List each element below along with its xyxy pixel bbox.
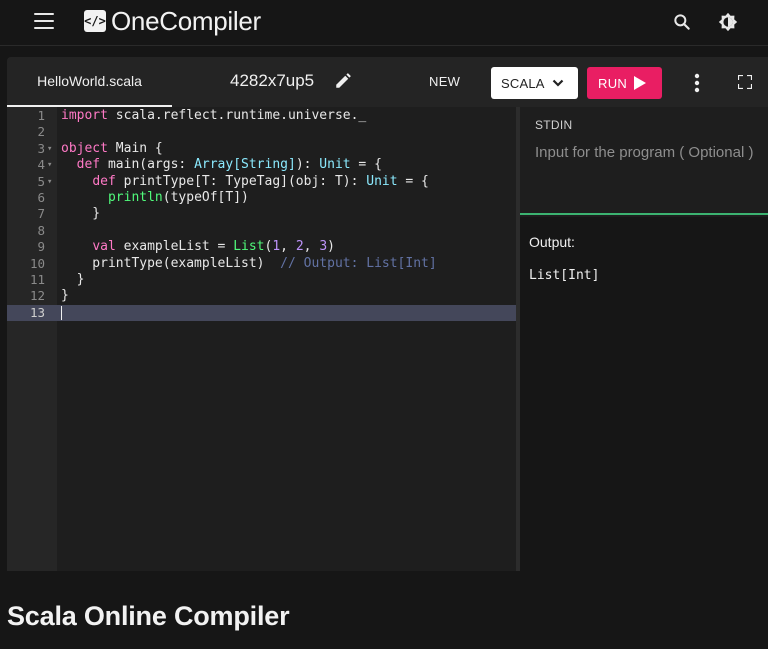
line-number: 4 <box>37 157 45 173</box>
code-line[interactable]: 11 } <box>7 272 516 288</box>
language-select-value: SCALA <box>501 75 545 91</box>
line-number: 12 <box>29 288 45 304</box>
editor-toolbar: HelloWorld.scala 4282x7up5 NEW SCALA RUN <box>7 57 768 107</box>
code-line[interactable]: 12} <box>7 288 516 304</box>
code-text: import scala.reflect.runtime.universe._ <box>61 108 367 123</box>
pencil-icon[interactable] <box>334 72 352 90</box>
line-number: 9 <box>37 239 45 255</box>
line-number: 10 <box>29 255 45 271</box>
code-text: object Main { <box>61 140 163 156</box>
line-number: 5 <box>37 173 45 189</box>
file-tab[interactable]: HelloWorld.scala <box>7 57 172 107</box>
line-number: 11 <box>29 272 45 287</box>
logo-mark: </> <box>84 10 106 32</box>
code-text: printType(exampleList) // Output: List[I… <box>61 255 437 271</box>
code-line[interactable]: 8 <box>7 223 516 239</box>
output-label: Output: <box>529 234 575 250</box>
code-line[interactable]: 13 <box>7 304 516 322</box>
code-line[interactable]: 7 } <box>7 206 516 222</box>
top-app-bar: </> OneCompiler <box>0 0 768 46</box>
run-button[interactable]: RUN <box>587 67 662 99</box>
chevron-down-icon <box>552 79 564 87</box>
code-text: println(typeOf[T]) <box>107 190 249 205</box>
code-line[interactable]: 6 println(typeOf[T]) <box>7 190 516 206</box>
language-select[interactable]: SCALA <box>491 67 578 99</box>
code-text: } <box>61 272 85 287</box>
search-icon[interactable] <box>672 12 692 32</box>
code-line[interactable]: 4 ▾ def main(args: Array[String]): Unit =… <box>7 157 516 173</box>
code-text: } <box>61 206 101 222</box>
code-line[interactable]: 2 <box>7 124 516 140</box>
code-line[interactable]: 3 ▾ object Main { <box>7 141 516 157</box>
fold-arrow-icon[interactable]: ▾ <box>47 141 52 157</box>
page-title: Scala Online Compiler <box>7 601 290 631</box>
code-editor[interactable]: 1 import scala.reflect.runtime.universe._… <box>7 107 516 571</box>
code-text: val exampleList = List(1, 2, 3) <box>92 239 335 255</box>
menu-icon[interactable] <box>34 13 54 29</box>
play-icon <box>634 76 646 90</box>
output-text: List[Int] <box>529 268 600 283</box>
logo[interactable]: </> OneCompiler <box>84 6 261 36</box>
code-line[interactable]: 1 import scala.reflect.runtime.universe._ <box>7 108 516 124</box>
line-number: 13 <box>29 304 45 320</box>
stdin-panel: STDIN Input for the program ( Optional ) <box>520 107 768 215</box>
code-text: } <box>61 288 69 304</box>
theme-toggle-icon[interactable] <box>717 11 739 33</box>
text-cursor <box>61 305 62 320</box>
code-line[interactable]: 5 ▾ def printType[T: TypeTag](obj: T): Un… <box>7 174 516 190</box>
code-text: def printType[T: TypeTag](obj: T): Unit … <box>92 173 429 189</box>
code-line[interactable]: 9 val exampleList = List(1, 2, 3) <box>7 239 516 255</box>
run-button-label: RUN <box>598 75 628 91</box>
fold-arrow-icon[interactable]: ▾ <box>47 157 52 173</box>
stdin-input[interactable]: Input for the program ( Optional ) <box>535 143 755 163</box>
line-number: 3 <box>37 140 45 156</box>
output-panel: Output: List[Int] <box>520 217 768 571</box>
project-id[interactable]: 4282x7up5 <box>230 71 314 91</box>
fold-arrow-icon[interactable]: ▾ <box>47 174 52 190</box>
editor-panel: HelloWorld.scala 4282x7up5 NEW SCALA RUN <box>7 57 768 571</box>
line-number: 8 <box>37 222 45 238</box>
more-vertical-icon[interactable] <box>694 73 700 93</box>
code-line[interactable]: 10 printType(exampleList) // Output: Lis… <box>7 256 516 272</box>
line-number: 6 <box>37 190 45 205</box>
line-number: 2 <box>37 124 45 140</box>
fullscreen-icon[interactable] <box>738 75 752 89</box>
stdin-label: STDIN <box>535 118 573 132</box>
code-text: def main(args: Array[String]): Unit = { <box>76 157 382 173</box>
line-number: 1 <box>37 108 45 123</box>
line-number: 7 <box>37 206 45 222</box>
logo-text: OneCompiler <box>111 5 261 36</box>
new-button[interactable]: NEW <box>429 74 460 89</box>
